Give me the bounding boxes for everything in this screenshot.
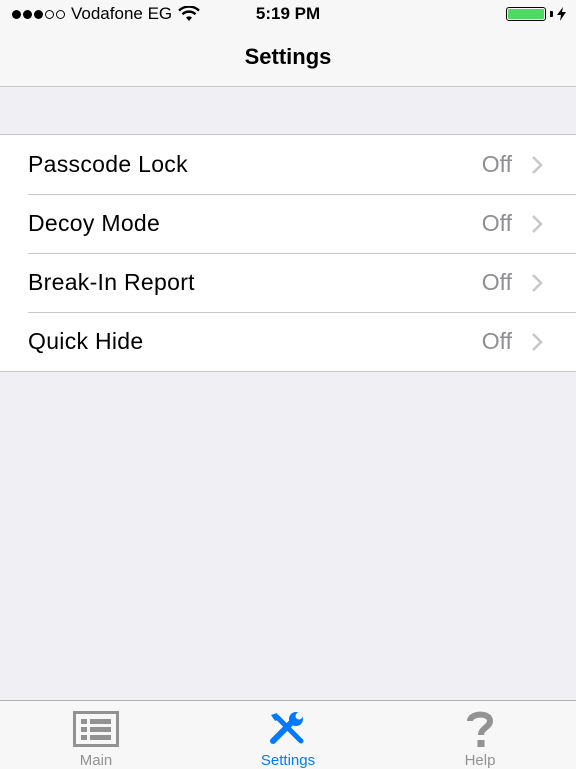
signal-strength-icon (12, 9, 65, 19)
status-right (506, 7, 576, 21)
setting-row-passcode-lock[interactable]: Passcode Lock Off (0, 135, 576, 194)
setting-label: Break-In Report (28, 269, 195, 295)
setting-label: Quick Hide (28, 328, 144, 354)
signal-dot (45, 9, 54, 19)
tab-label: Help (464, 752, 496, 769)
tools-icon (264, 709, 312, 749)
status-bar: Vodafone EG 5:19 PM (0, 0, 576, 28)
setting-row-decoy-mode[interactable]: Decoy Mode Off (0, 194, 576, 253)
setting-value: Off (481, 210, 512, 236)
chevron-right-icon (530, 213, 548, 235)
settings-list: Passcode Lock Off Decoy Mode Off Break-I… (0, 134, 576, 372)
list-icon (72, 709, 120, 749)
battery-tip (550, 11, 553, 17)
navigation-bar: Settings (0, 28, 576, 87)
tab-settings[interactable]: Settings (192, 701, 384, 769)
battery-icon (506, 7, 546, 21)
setting-value: Off (481, 328, 512, 354)
carrier-name: Vodafone EG (71, 4, 173, 23)
setting-label: Decoy Mode (28, 210, 161, 236)
tab-main[interactable]: Main (0, 701, 192, 769)
page-title: Settings (244, 44, 332, 69)
setting-row-quick-hide[interactable]: Quick Hide Off (0, 312, 576, 371)
chevron-right-icon (530, 154, 548, 176)
signal-dot (12, 9, 21, 19)
signal-dot (56, 9, 65, 19)
setting-value: Off (481, 151, 512, 177)
tab-label: Main (79, 752, 113, 769)
setting-label: Passcode Lock (28, 151, 188, 177)
tab-label: Settings (260, 752, 316, 769)
chevron-right-icon (530, 272, 548, 294)
setting-value: Off (481, 269, 512, 295)
signal-dot (34, 9, 43, 19)
bolt-icon (557, 7, 566, 21)
tab-bar: Main Settings Help (0, 700, 576, 769)
tab-help[interactable]: Help (384, 701, 576, 769)
battery-fill (508, 9, 544, 19)
status-left: Vodafone EG (0, 4, 200, 24)
question-icon (456, 709, 504, 749)
setting-row-break-in-report[interactable]: Break-In Report Off (0, 253, 576, 312)
wifi-icon (178, 6, 200, 21)
chevron-right-icon (530, 331, 548, 353)
signal-dot (23, 9, 32, 19)
